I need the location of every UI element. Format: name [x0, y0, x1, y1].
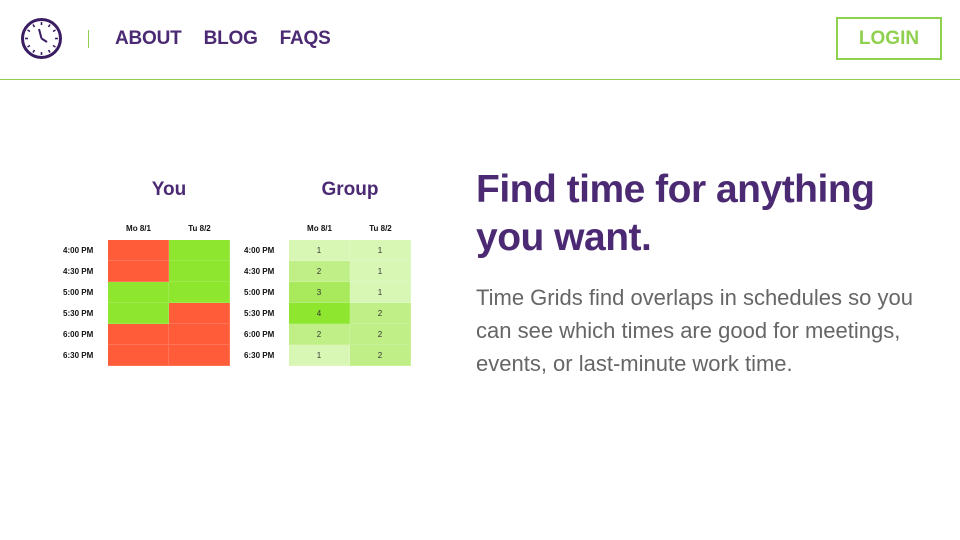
group-grid-cell[interactable]: 1 [289, 240, 350, 261]
group-grid-cell[interactable]: 2 [289, 324, 350, 345]
you-grid-cell[interactable] [169, 282, 230, 303]
clock-icon[interactable] [20, 17, 63, 60]
you-grid-cell[interactable] [169, 324, 230, 345]
nav-about-link[interactable]: ABOUT [115, 28, 182, 50]
top-navbar: ABOUT BLOG FAQS LOGIN [0, 0, 960, 80]
you-grid-title: You [151, 179, 187, 200]
nav-blog-link[interactable]: BLOG [204, 28, 258, 50]
group-grid-time-label: 6:30 PM [244, 351, 275, 360]
group-grid-cell[interactable]: 3 [289, 282, 350, 303]
you-grid-cell[interactable] [108, 282, 169, 303]
group-grid-title: Group [321, 179, 379, 200]
hero-headline: Find time for anything you want. [476, 168, 875, 259]
group-grid-column-header: Mo 8/1 [307, 224, 332, 233]
you-grid-time-label: 6:00 PM [63, 330, 94, 339]
hero-subtext: Time Grids find overlaps in schedules so… [476, 285, 913, 376]
you-grid-cell[interactable] [169, 345, 230, 366]
group-grid-cell[interactable]: 1 [289, 345, 350, 366]
you-grid-cell[interactable] [108, 345, 169, 366]
group-grid-time-label: 5:30 PM [244, 309, 275, 318]
group-grid-cell[interactable]: 2 [289, 261, 350, 282]
group-grid-cell[interactable]: 1 [350, 282, 411, 303]
group-grid-cell[interactable]: 1 [350, 240, 411, 261]
you-grid-cell[interactable] [108, 303, 169, 324]
you-grid-cell[interactable] [169, 240, 230, 261]
you-grid-column-header: Mo 8/1 [126, 224, 151, 233]
you-grid-column-header: Tu 8/2 [188, 224, 211, 233]
you-grid-cell[interactable] [169, 303, 230, 324]
group-grid-cell[interactable]: 2 [350, 303, 411, 324]
login-button[interactable]: LOGIN [836, 17, 942, 60]
you-grid-cell[interactable] [108, 261, 169, 282]
nav-divider [88, 30, 89, 48]
group-grid-time-label: 6:00 PM [244, 330, 275, 339]
you-grid-time-label: 4:30 PM [63, 267, 94, 276]
group-grid-cell[interactable]: 2 [350, 324, 411, 345]
you-grid-time-label: 6:30 PM [63, 351, 94, 360]
group-grid-column-header: Tu 8/2 [369, 224, 392, 233]
group-grid-cell[interactable]: 1 [350, 261, 411, 282]
you-grid-time-label: 4:00 PM [63, 246, 94, 255]
main-nav: ABOUT BLOG FAQS [115, 28, 331, 50]
group-grid-cell[interactable]: 4 [289, 303, 350, 324]
you-grid-time-label: 5:00 PM [63, 288, 94, 297]
you-grid-cell[interactable] [108, 324, 169, 345]
you-grid-cell[interactable] [108, 240, 169, 261]
group-grid-time-label: 5:00 PM [244, 288, 275, 297]
nav-faqs-link[interactable]: FAQS [280, 28, 331, 50]
group-grid-time-label: 4:30 PM [244, 267, 275, 276]
you-grid-cell[interactable] [169, 261, 230, 282]
you-grid-time-label: 5:30 PM [63, 309, 94, 318]
group-grid-cell[interactable]: 2 [350, 345, 411, 366]
group-grid-time-label: 4:00 PM [244, 246, 275, 255]
